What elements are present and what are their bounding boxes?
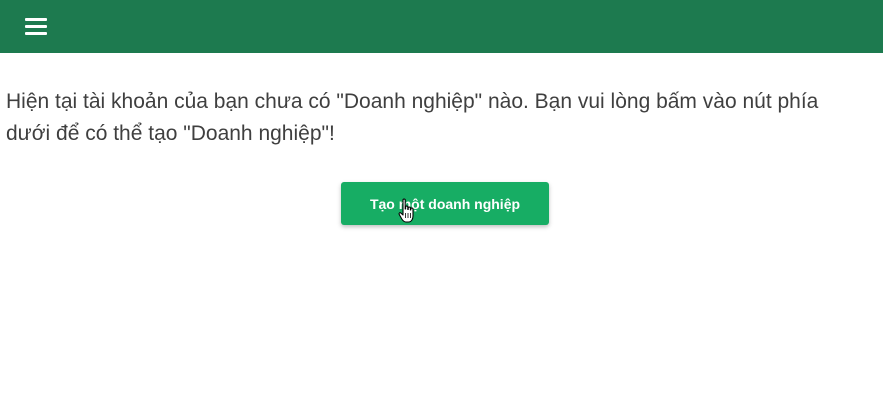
menu-toggle-button[interactable]	[18, 12, 54, 40]
top-navbar	[0, 0, 883, 53]
hamburger-menu-icon	[25, 18, 47, 35]
create-business-button[interactable]: Tạo một doanh nghiệp	[341, 182, 549, 225]
no-business-message: Hiện tại tài khoản của bạn chưa có "Doan…	[6, 90, 819, 145]
